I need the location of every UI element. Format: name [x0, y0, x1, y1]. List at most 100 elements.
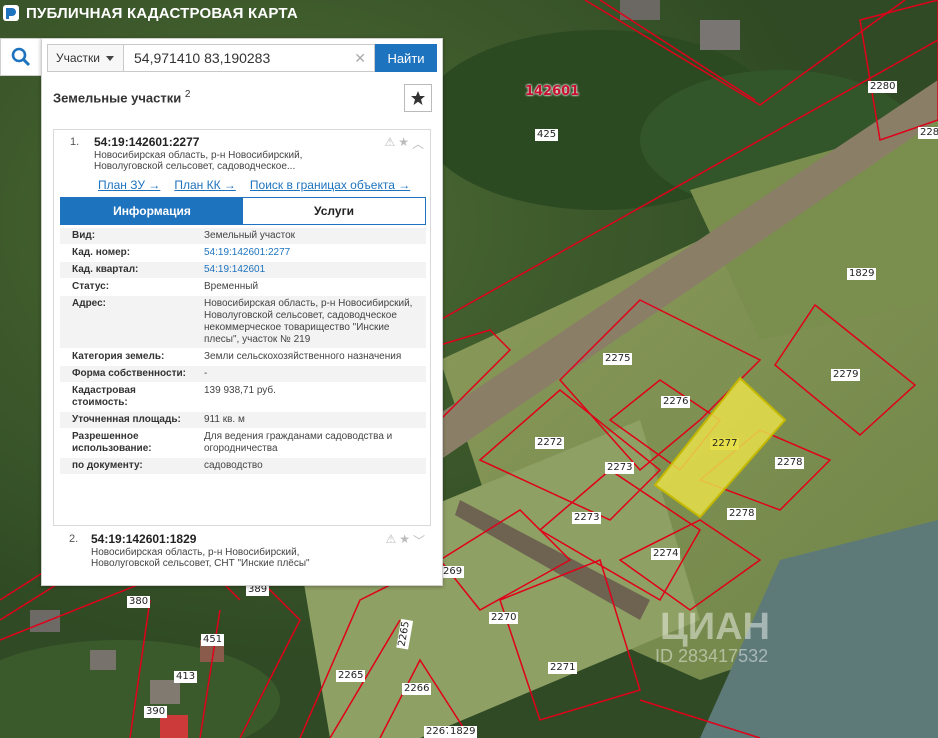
table-row: Уточненная площадь: 911 кв. м: [60, 412, 426, 429]
chevron-up-icon[interactable]: ︿: [412, 135, 424, 152]
result-links: План ЗУ → План КК → Поиск в границах объ…: [98, 178, 410, 192]
parcel-label[interactable]: 425: [535, 129, 559, 141]
result-item[interactable]: 1. 54:19:142601:2277 Новосибирская облас…: [53, 129, 431, 526]
parcel-label[interactable]: 2270: [489, 612, 519, 624]
plan-kk-link[interactable]: План КК →: [174, 178, 236, 192]
info-key: по документу:: [72, 460, 143, 471]
table-row: Кадастровая стоимость: 139 938,71 руб.: [60, 383, 426, 412]
parcel-label[interactable]: 2278: [775, 457, 805, 469]
warning-icon[interactable]: ⚠: [385, 532, 396, 549]
parcel-label[interactable]: 451: [201, 634, 225, 646]
info-value-link[interactable]: 54:19:142601: [192, 262, 426, 278]
result-number: 2.: [69, 533, 79, 545]
result-cad-number[interactable]: 54:19:142601:2277: [94, 135, 199, 149]
parcel-label[interactable]: 2275: [603, 353, 633, 365]
parcel-label[interactable]: 413: [174, 671, 198, 683]
result-count: 2: [184, 89, 191, 100]
star-icon[interactable]: ★: [398, 135, 409, 152]
table-row: Кад. квартал: 54:19:142601: [60, 262, 426, 279]
search-type-select[interactable]: Участки: [47, 44, 123, 72]
parcel-label[interactable]: 2276: [661, 396, 691, 408]
result-actions: ⚠ ★ ﹀: [385, 532, 425, 549]
table-row: Разрешенное использование: Для ведения гр…: [60, 429, 426, 458]
parcel-label[interactable]: 2273: [605, 462, 635, 474]
result-address: Новосибирская область, р-н Новосибирский…: [91, 547, 310, 569]
parcel-label[interactable]: 380: [127, 596, 151, 608]
parcel-label[interactable]: 2271: [548, 662, 578, 674]
logo-icon: [3, 5, 19, 21]
search-icon: [11, 47, 31, 67]
tab-information[interactable]: Информация: [61, 198, 243, 224]
info-value: Земельный участок: [204, 230, 296, 241]
search-bar: Участки 54,971410 83,190283 ✕ Найти: [47, 44, 437, 72]
parcel-label[interactable]: 2272: [535, 437, 565, 449]
parcel-label[interactable]: 2265: [336, 670, 366, 682]
panel-title: Земельные участки 2: [53, 89, 190, 105]
info-key: Статус:: [72, 281, 110, 292]
result-number: 1.: [70, 136, 80, 148]
star-icon: [411, 91, 425, 105]
info-key: Уточненная площадь:: [72, 414, 181, 425]
parcel-label[interactable]: 2278: [727, 508, 757, 520]
info-value: Временный: [204, 281, 259, 292]
find-button[interactable]: Найти: [375, 44, 437, 72]
info-key: Форма собственности:: [72, 368, 186, 379]
table-row: Статус: Временный: [60, 279, 426, 296]
info-key: Категория земель:: [72, 351, 165, 362]
warning-icon[interactable]: ⚠: [384, 135, 395, 152]
parcel-label[interactable]: 2280: [868, 81, 898, 93]
info-value: 911 кв. м: [204, 414, 245, 425]
search-panel: Участки 54,971410 83,190283 ✕ Найти Земе…: [41, 38, 443, 586]
chevron-down-icon[interactable]: ﹀: [413, 532, 425, 549]
table-row: Адрес: Новосибирская область, р-н Новосиб…: [60, 296, 426, 349]
panel-title-text: Земельные участки: [53, 90, 182, 106]
result-address: Новосибирская область, р-н Новосибирский…: [94, 150, 303, 172]
info-value-link[interactable]: 54:19:142601:2277: [192, 245, 426, 261]
search-type-value: Участки: [56, 51, 100, 65]
info-key: Адрес:: [72, 298, 106, 309]
plan-zu-link[interactable]: План ЗУ →: [98, 178, 160, 192]
parcel-label[interactable]: 2274: [651, 548, 681, 560]
search-in-bounds-link[interactable]: Поиск в границах объекта →: [250, 178, 410, 192]
search-input[interactable]: 54,971410 83,190283 ✕: [123, 44, 375, 72]
parcel-label[interactable]: 2266: [402, 683, 432, 695]
result-item[interactable]: 2. 54:19:142601:1829 Новосибирская облас…: [53, 529, 431, 581]
watermark-id: ID 283417532: [655, 646, 769, 666]
info-key: Кад. номер:: [72, 247, 131, 258]
parcel-label-selected[interactable]: 2277: [710, 438, 740, 450]
info-key: Кад. квартал:: [72, 264, 139, 275]
table-row: по документу: садоводство: [60, 458, 426, 475]
quarter-label: 142601: [525, 84, 580, 99]
tab-services[interactable]: Услуги: [243, 198, 425, 224]
info-key: Разрешенное использование:: [72, 431, 152, 454]
result-tabs: Информация Услуги: [60, 197, 426, 225]
info-value: 139 938,71 руб.: [204, 385, 276, 396]
star-icon[interactable]: ★: [399, 532, 410, 549]
table-row: Категория земель: Земли сельскохозяйствен…: [60, 349, 426, 366]
table-row: Кад. номер: 54:19:142601:2277: [60, 245, 426, 262]
parcel-label[interactable]: 390: [144, 706, 168, 718]
info-value: Новосибирская область, р-н Новосибирский…: [204, 298, 413, 345]
info-key: Кадастровая стоимость:: [72, 385, 136, 408]
parcel-label[interactable]: 2273: [572, 512, 602, 524]
clear-icon[interactable]: ✕: [354, 50, 366, 67]
result-cad-number[interactable]: 54:19:142601:1829: [91, 532, 196, 546]
search-query: 54,971410 83,190283: [134, 50, 271, 66]
result-actions: ⚠ ★ ︿: [384, 135, 424, 152]
chevron-down-icon: [106, 55, 114, 61]
info-table: Вид: Земельный участок Кад. номер: 54:19:1…: [60, 228, 426, 475]
watermark-brand: ЦИАН: [660, 606, 770, 648]
info-value: Земли сельскохозяйственного назначения: [204, 351, 402, 362]
parcel-label[interactable]: 228: [918, 127, 938, 139]
table-row: Вид: Земельный участок: [60, 228, 426, 245]
parcel-label[interactable]: 2279: [831, 369, 861, 381]
parcel-label[interactable]: 269: [441, 566, 465, 578]
app-title: ПУБЛИЧНАЯ КАДАСТРОВАЯ КАРТА: [26, 4, 298, 22]
parcel-label[interactable]: 1829: [448, 726, 478, 738]
favorites-button[interactable]: [404, 84, 432, 112]
table-row: Форма собственности: -: [60, 366, 426, 383]
info-value: садоводство: [204, 460, 263, 471]
search-toggle-button[interactable]: [0, 38, 41, 76]
info-value: -: [204, 368, 208, 379]
parcel-label[interactable]: 1829: [847, 268, 877, 280]
